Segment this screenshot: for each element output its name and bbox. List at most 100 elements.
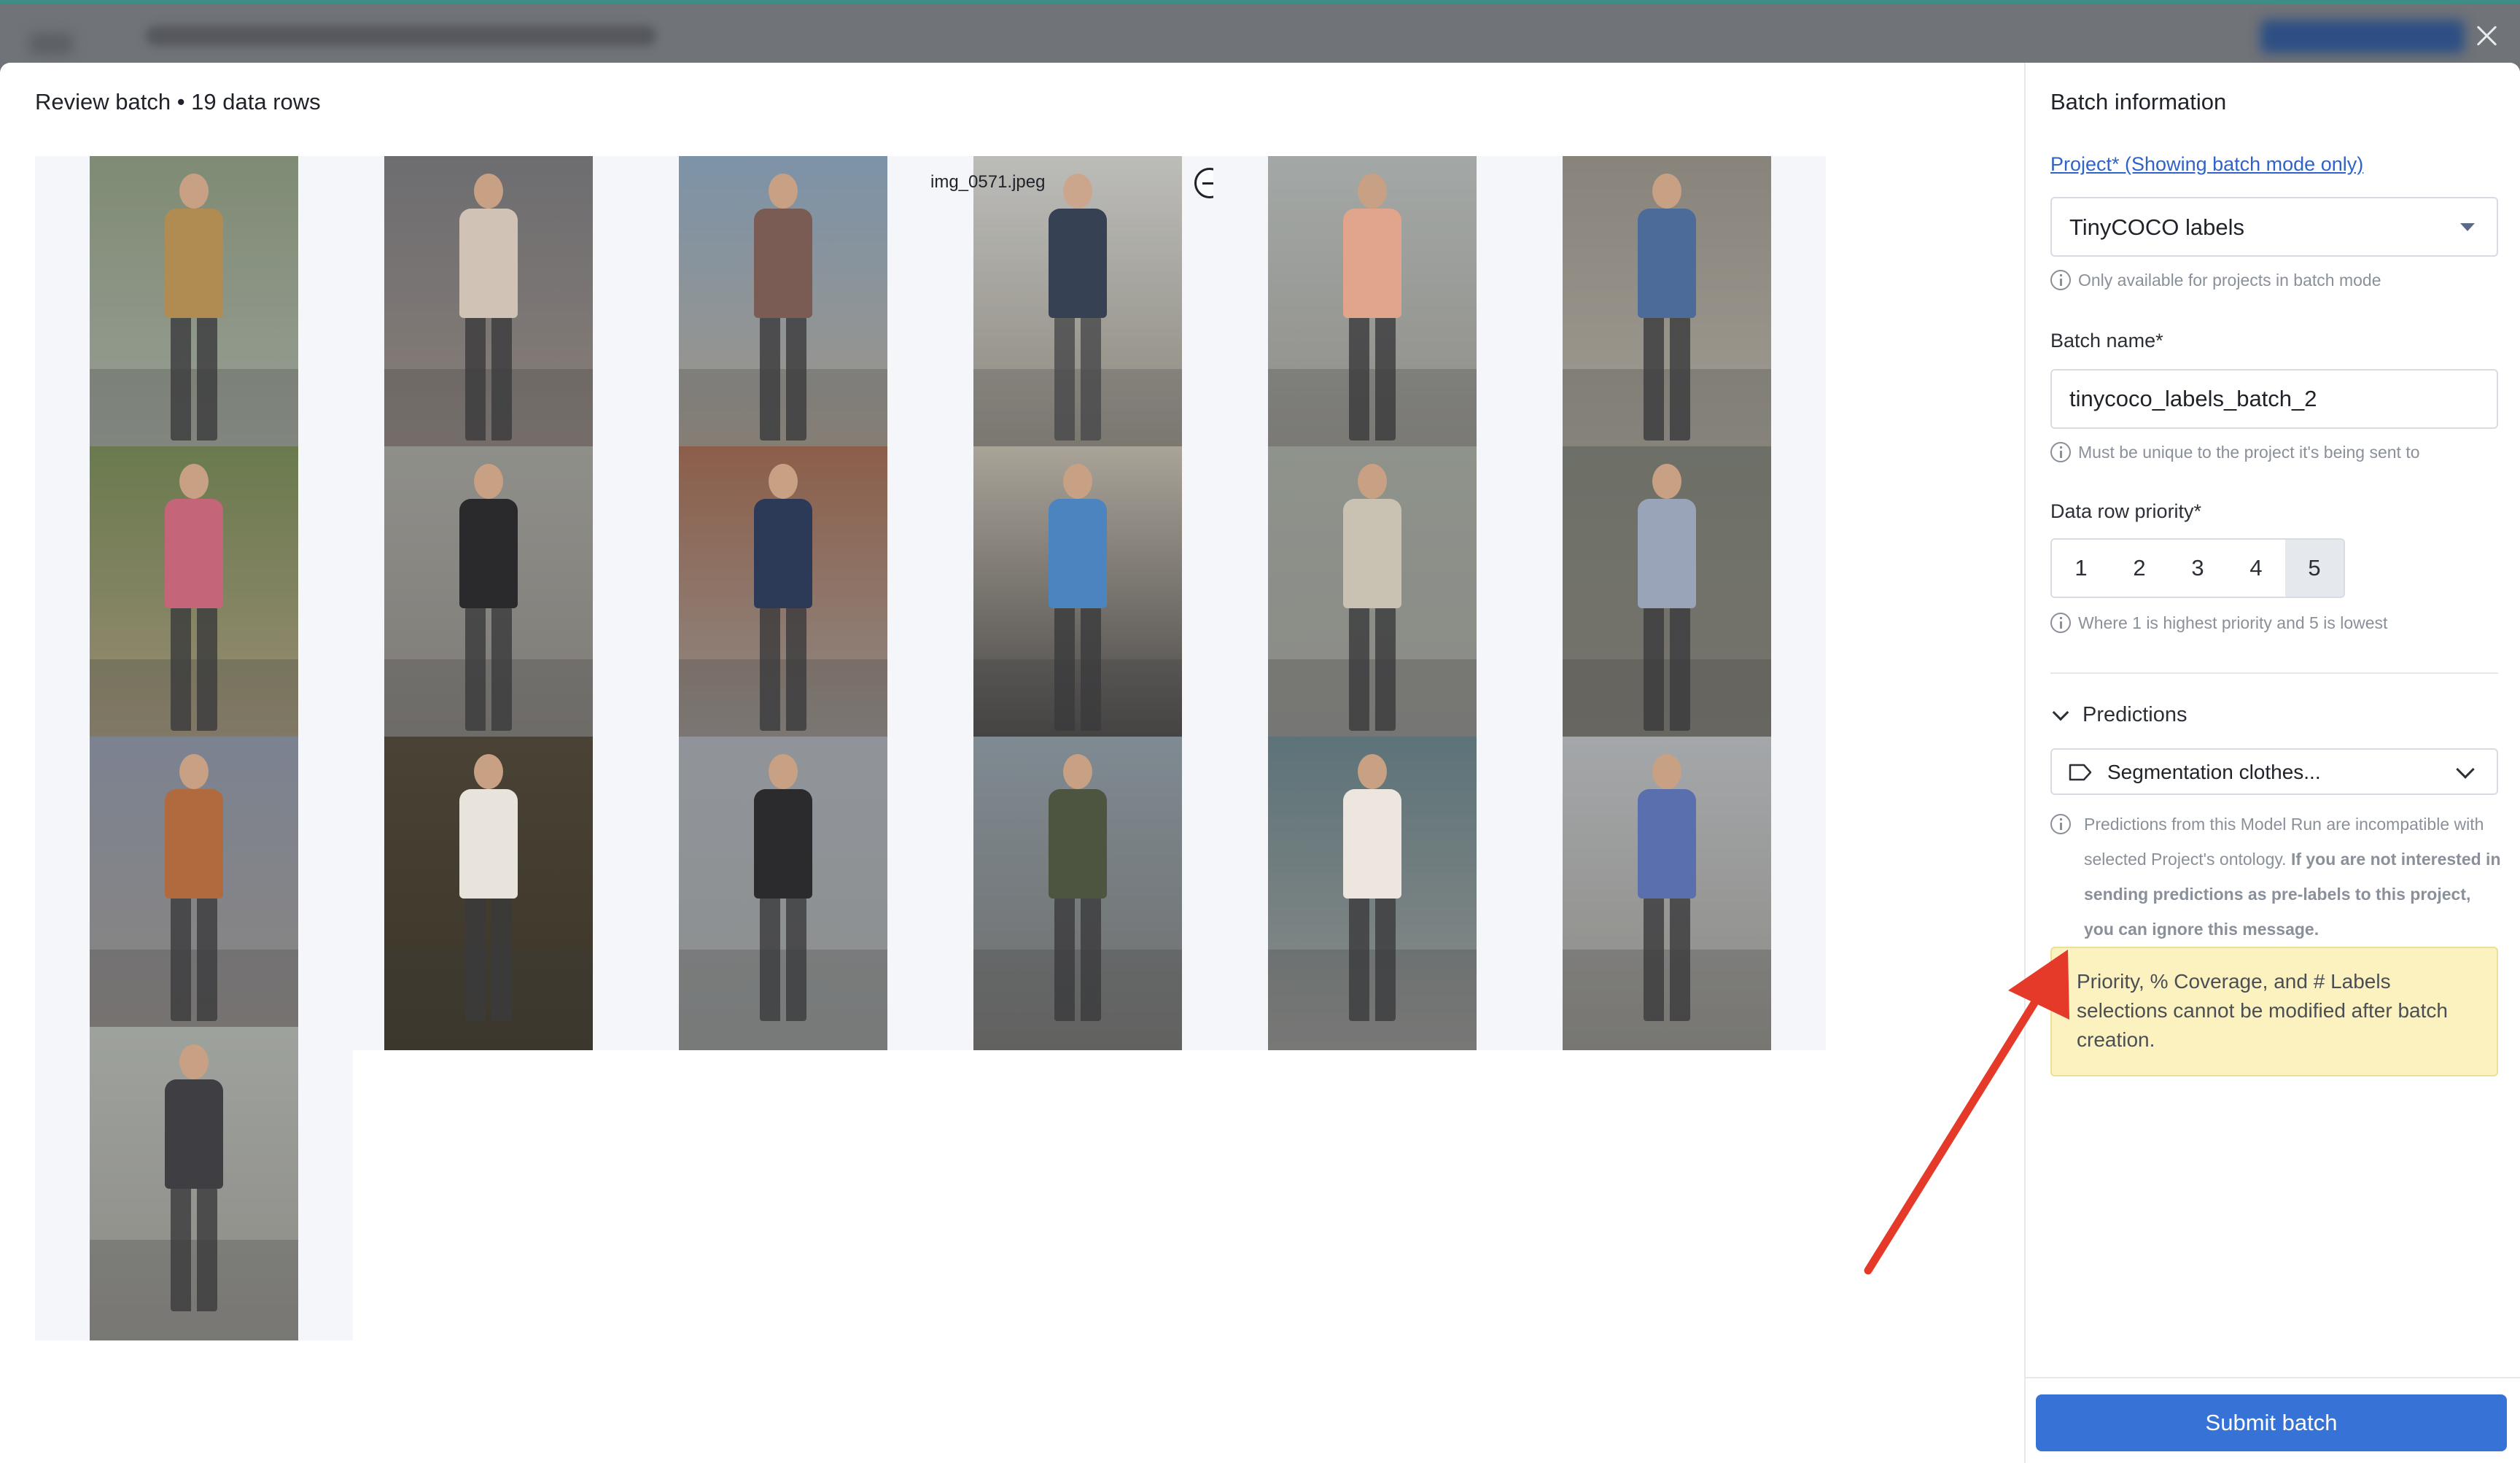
person-legs bbox=[760, 897, 806, 1021]
chevron-down-icon bbox=[2456, 760, 2475, 779]
data-row-tile[interactable] bbox=[919, 446, 1237, 760]
person-body bbox=[1343, 499, 1401, 608]
data-row-tile[interactable] bbox=[1213, 446, 1531, 760]
data-row-image bbox=[1563, 156, 1771, 470]
data-row-image bbox=[90, 446, 298, 760]
panel-title: Batch information bbox=[2050, 89, 2227, 115]
background-page-header bbox=[0, 0, 2520, 63]
data-row-tile[interactable] bbox=[624, 156, 942, 470]
person-body bbox=[165, 789, 223, 899]
data-row-tile[interactable] bbox=[330, 737, 648, 1050]
person-legs bbox=[171, 897, 217, 1021]
person-body bbox=[754, 209, 812, 318]
person-head bbox=[179, 464, 209, 499]
data-row-tile[interactable] bbox=[330, 446, 648, 760]
predictions-toggle[interactable]: Predictions bbox=[2050, 703, 2187, 727]
close-icon[interactable] bbox=[2472, 21, 2501, 50]
data-row-tile[interactable] bbox=[1213, 156, 1531, 470]
person-head bbox=[1652, 174, 1681, 209]
person-head bbox=[474, 754, 503, 789]
review-batch-modal: Review batch • 19 data rows img_0571.jpe… bbox=[0, 63, 2520, 1463]
person-body bbox=[165, 209, 223, 318]
priority-label: Data row priority* bbox=[2050, 500, 2202, 522]
hover-filename: img_0571.jpeg bbox=[930, 172, 1046, 192]
person-body bbox=[459, 209, 518, 318]
person-body bbox=[1343, 209, 1401, 318]
data-row-tile[interactable] bbox=[624, 737, 942, 1050]
data-row-image bbox=[90, 156, 298, 470]
person-legs bbox=[1644, 607, 1690, 731]
batch-name-input[interactable] bbox=[2050, 369, 2498, 429]
predictions-label: Predictions bbox=[2082, 703, 2188, 726]
person-body bbox=[459, 789, 518, 899]
data-row-tile[interactable] bbox=[1213, 737, 1531, 1050]
person-head bbox=[1063, 464, 1092, 499]
background-blur-title bbox=[146, 26, 656, 46]
background-blur-button bbox=[2260, 20, 2465, 53]
data-row-image bbox=[1268, 446, 1477, 760]
person-legs bbox=[465, 897, 512, 1021]
data-row-tile[interactable] bbox=[35, 1027, 353, 1340]
predictions-hint-text: Predictions from this Model Run are inco… bbox=[2084, 807, 2502, 947]
priority-option-2[interactable]: 2 bbox=[2110, 540, 2169, 597]
data-row-tile[interactable] bbox=[1508, 156, 1826, 470]
data-row-tile[interactable]: img_0571.jpeg bbox=[919, 156, 1237, 470]
priority-option-5[interactable]: 5 bbox=[2285, 540, 2344, 597]
divider bbox=[2050, 672, 2498, 674]
person-head bbox=[474, 174, 503, 209]
priority-option-4[interactable]: 4 bbox=[2227, 540, 2285, 597]
data-row-tile[interactable] bbox=[624, 446, 942, 760]
priority-hint: Where 1 is highest priority and 5 is low… bbox=[2050, 605, 2502, 640]
info-icon bbox=[2050, 814, 2071, 834]
project-select[interactable]: TinyCOCO labels bbox=[2050, 197, 2498, 257]
data-row-image bbox=[679, 737, 887, 1050]
data-row-image bbox=[384, 446, 593, 760]
priority-option-1[interactable]: 1 bbox=[2052, 540, 2110, 597]
person-head bbox=[1358, 754, 1387, 789]
person-head bbox=[1063, 754, 1092, 789]
info-icon bbox=[2050, 613, 2071, 633]
person-head bbox=[179, 1044, 209, 1079]
person-legs bbox=[1054, 897, 1101, 1021]
priority-option-3[interactable]: 3 bbox=[2169, 540, 2227, 597]
data-row-tile[interactable] bbox=[1508, 446, 1826, 760]
data-row-tile[interactable] bbox=[35, 446, 353, 760]
data-row-tile[interactable] bbox=[919, 737, 1237, 1050]
person-legs bbox=[1054, 607, 1101, 731]
data-row-tile[interactable] bbox=[330, 156, 648, 470]
data-row-tile[interactable] bbox=[35, 156, 353, 470]
person-body bbox=[1049, 499, 1107, 608]
person-body bbox=[754, 499, 812, 608]
person-head bbox=[474, 464, 503, 499]
person-body bbox=[1638, 789, 1696, 899]
person-legs bbox=[171, 1187, 217, 1311]
person-head bbox=[769, 754, 798, 789]
warning-banner: Priority, % Coverage, and # Labels selec… bbox=[2050, 947, 2498, 1076]
data-row-tile[interactable] bbox=[1508, 737, 1826, 1050]
batch-name-hint: Must be unique to the project it's being… bbox=[2050, 435, 2502, 470]
person-head bbox=[1063, 174, 1092, 209]
predictions-select[interactable]: Segmentation clothes... bbox=[2050, 748, 2498, 795]
data-row-image bbox=[1563, 446, 1771, 760]
data-row-tile[interactable] bbox=[35, 737, 353, 1050]
person-legs bbox=[1644, 317, 1690, 441]
info-icon bbox=[2050, 442, 2071, 462]
person-legs bbox=[171, 317, 217, 441]
batch-name-hint-text: Must be unique to the project it's being… bbox=[2078, 443, 2420, 462]
data-row-image bbox=[973, 156, 1182, 470]
person-legs bbox=[465, 317, 512, 441]
person-legs bbox=[1349, 317, 1396, 441]
person-legs bbox=[760, 317, 806, 441]
data-row-image bbox=[1563, 737, 1771, 1050]
person-legs bbox=[1349, 897, 1396, 1021]
data-row-image bbox=[679, 156, 887, 470]
batch-info-panel: Batch information Project* (Showing batc… bbox=[2024, 63, 2520, 1463]
project-label[interactable]: Project* (Showing batch mode only) bbox=[2050, 153, 2363, 176]
submit-batch-button[interactable]: Submit batch bbox=[2036, 1394, 2507, 1451]
data-row-image bbox=[384, 737, 593, 1050]
data-row-image bbox=[1268, 156, 1477, 470]
tag-icon bbox=[2069, 764, 2092, 781]
person-body bbox=[1049, 789, 1107, 899]
predictions-select-value: Segmentation clothes... bbox=[2107, 761, 2321, 783]
person-head bbox=[179, 754, 209, 789]
